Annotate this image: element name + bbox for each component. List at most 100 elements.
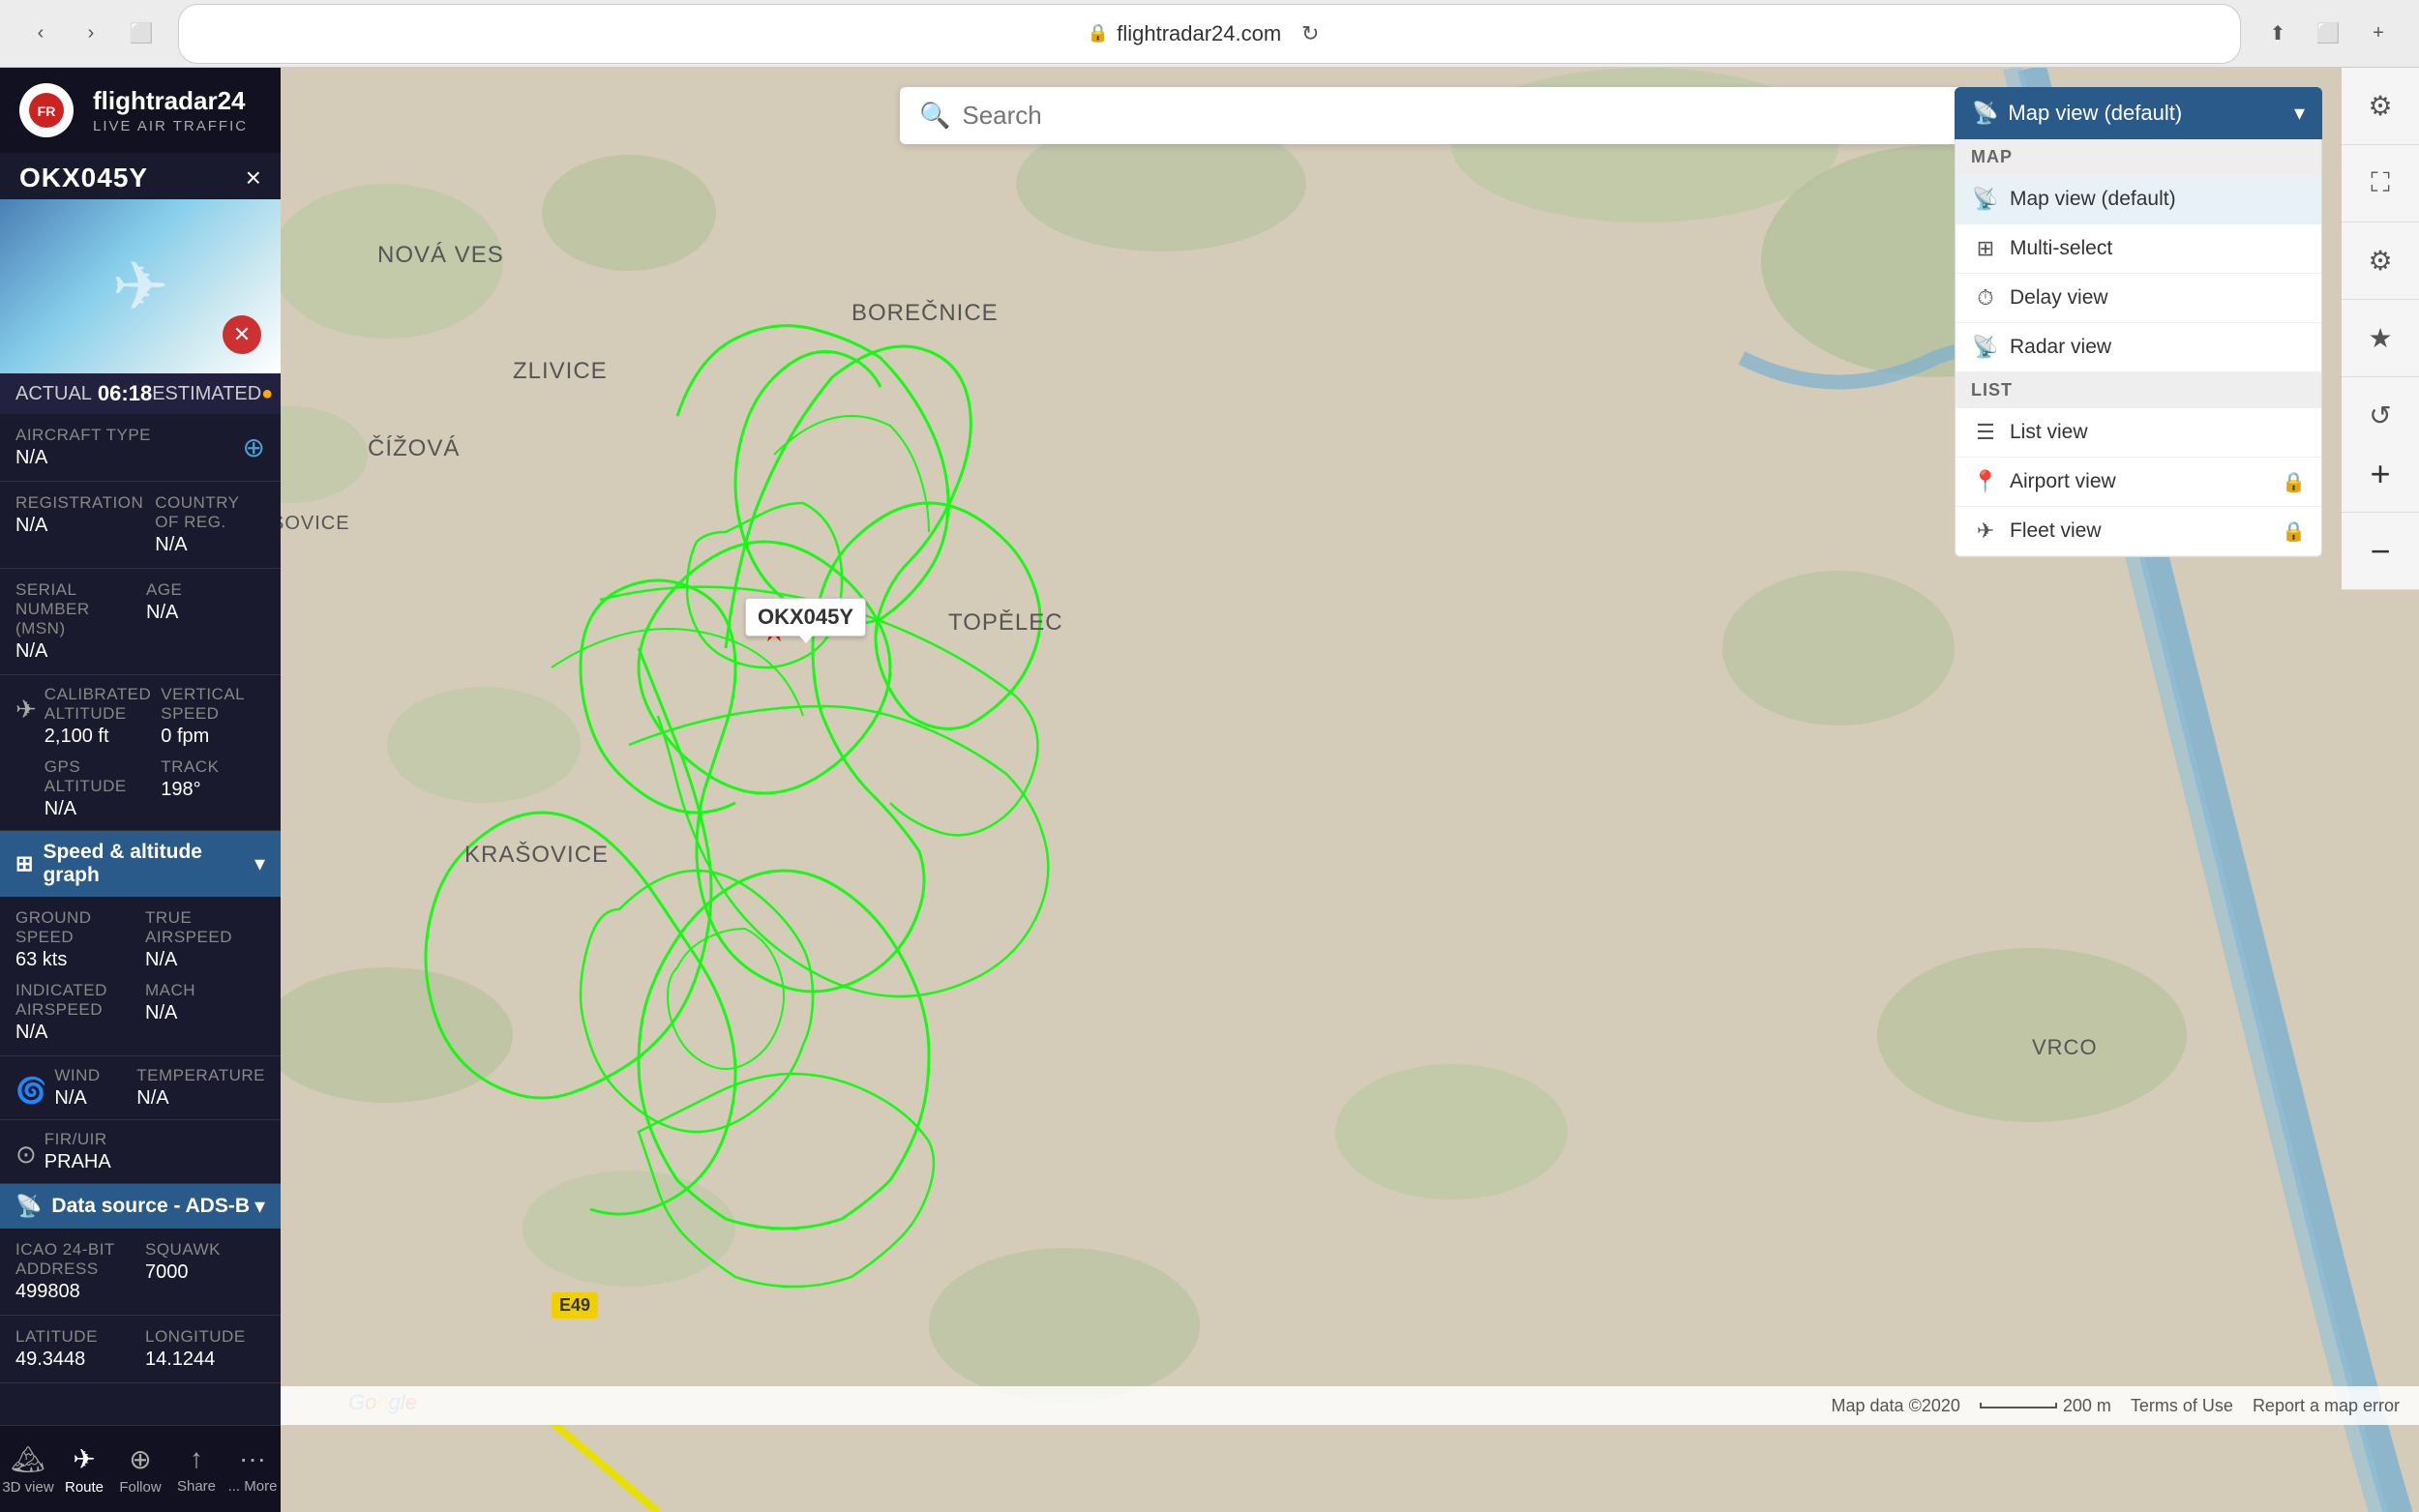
temperature-value: N/A: [136, 1087, 265, 1110]
speed-graph-chevron: ▾: [254, 851, 265, 876]
fir-label: FIR/UIR: [45, 1130, 111, 1149]
logo-circle: FR: [19, 83, 74, 137]
list-view-left: ☰ List view: [1971, 420, 2088, 445]
view-menu: MAP 📡 Map view (default) ⊞ Multi-select …: [1955, 139, 2322, 557]
time-dot: ●: [261, 383, 273, 405]
map-view-left: 📡 Map view (default): [1971, 187, 2176, 212]
indicated-as-label: INDICATED AIRSPEED: [15, 981, 135, 1020]
reload-button[interactable]: ↻: [1289, 13, 1331, 55]
search-input[interactable]: [962, 101, 1945, 131]
follow-icon: ⊕: [129, 1443, 151, 1475]
favorites-button[interactable]: ★: [2342, 300, 2419, 377]
radar-icon: 📡: [1971, 335, 2000, 360]
graph-icon: ⊞: [15, 851, 33, 876]
squawk-value: 7000: [145, 1261, 265, 1284]
back-button[interactable]: ‹: [19, 13, 62, 55]
list-view-item[interactable]: ☰ List view: [1956, 408, 2321, 458]
delay-view-label: Delay view: [2010, 286, 2108, 310]
serial-age-grid: SERIAL NUMBER (MSN) N/A AGE N/A: [0, 569, 281, 675]
new-tab-button[interactable]: +: [2357, 13, 2400, 55]
airport-view-label: Airport view: [2010, 470, 2116, 493]
list-view-label: List view: [2010, 421, 2088, 444]
share-window-button[interactable]: ⬆: [2256, 13, 2299, 55]
view-dropdown-header[interactable]: 📡 Map view (default) ▾: [1955, 87, 2322, 139]
reg-country-grid: REGISTRATION N/A COUNTRY OF REG. N/A: [0, 482, 281, 569]
url-bar[interactable]: 🔒 flightradar24.com ↻: [178, 4, 2241, 64]
delay-view-item[interactable]: ⏱ Delay view: [1956, 274, 2321, 323]
wind-value: N/A: [54, 1087, 127, 1110]
nav-more[interactable]: ··· ... More: [224, 1426, 281, 1512]
nav-3d-view[interactable]: 🏔 3D view: [0, 1426, 56, 1512]
calibrated-alt-value: 2,100 ft: [45, 726, 152, 748]
speed-graph-section[interactable]: ⊞ Speed & altitude graph ▾: [0, 831, 281, 897]
calibrated-alt-label: CALIBRATED ALTITUDE: [45, 685, 152, 724]
flight-image: ✈ ✕: [0, 199, 281, 373]
report-map-error-link[interactable]: Report a map error: [2253, 1396, 2400, 1416]
country-value: N/A: [155, 534, 265, 556]
share-icon: ↑: [190, 1443, 203, 1474]
icao-value: 499808: [15, 1281, 135, 1303]
serial-label: SERIAL NUMBER (MSN): [15, 580, 134, 638]
aircraft-type-item: AIRCRAFT TYPE N/A: [15, 426, 231, 469]
fleet-icon: ✈: [1971, 519, 2000, 544]
fleet-lock-icon: 🔒: [2282, 519, 2306, 544]
wind-icon: 🌀: [15, 1076, 46, 1106]
nav-share[interactable]: ↑ Share: [168, 1426, 224, 1512]
airport-icon: 📍: [1971, 469, 2000, 494]
sidebar: FR flightradar24 LIVE AIR TRAFFIC OKX045…: [0, 68, 281, 1512]
map-view-label: Map view (default): [2010, 188, 2176, 211]
delay-icon: ⏱: [1971, 285, 2000, 311]
forward-button[interactable]: ›: [70, 13, 112, 55]
ground-speed-label: GROUND SPEED: [15, 908, 135, 947]
track-label: TRACK: [161, 757, 265, 777]
multi-select-item[interactable]: ⊞ Multi-select: [1956, 224, 2321, 274]
window-resize-button[interactable]: ⬜: [2307, 13, 2349, 55]
wind-temp-row: 🌀 WIND N/A TEMPERATURE N/A: [0, 1056, 281, 1120]
nav-route[interactable]: ✈ Route: [56, 1426, 112, 1512]
radar-view-item[interactable]: 📡 Radar view: [1956, 323, 2321, 372]
report-text: Report a map error: [2253, 1396, 2400, 1415]
multi-select-icon: ⊞: [1971, 236, 2000, 261]
longitude-value: 14.1244: [145, 1349, 265, 1371]
true-as-label: TRUE AIRSPEED: [145, 908, 265, 947]
aircraft-type-row: AIRCRAFT TYPE N/A ⊕: [0, 414, 281, 482]
fleet-view-item[interactable]: ✈ Fleet view 🔒: [1956, 507, 2321, 556]
nav-follow[interactable]: ⊕ Follow: [112, 1426, 168, 1512]
tab-overview-button[interactable]: ⬜: [120, 13, 163, 55]
settings-button[interactable]: ⚙: [2342, 68, 2419, 145]
filter-button[interactable]: ⚙: [2342, 222, 2419, 300]
terms-of-use-link[interactable]: Terms of Use: [2131, 1396, 2233, 1416]
zoom-in-button[interactable]: +: [2342, 435, 2419, 513]
data-source-section[interactable]: 📡 Data source - ADS-B ▾: [0, 1184, 281, 1229]
view-dropdown: 📡 Map view (default) ▾ MAP 📡 Map view (d…: [1955, 87, 2322, 557]
search-bar[interactable]: 🔍: [900, 87, 1964, 144]
indicated-as-item: INDICATED AIRSPEED N/A: [15, 981, 135, 1044]
airport-view-item[interactable]: 📍 Airport view 🔒: [1956, 458, 2321, 507]
scale-text: 200 m: [2063, 1396, 2111, 1416]
list-section-header: LIST: [1956, 372, 2321, 408]
gps-alt-item: GPS ALTITUDE N/A: [45, 757, 152, 820]
add-type-btn[interactable]: ⊕: [243, 426, 265, 469]
age-value: N/A: [146, 602, 265, 624]
mach-label: MACH: [145, 981, 265, 1000]
fir-row: ⊙ FIR/UIR PRAHA: [0, 1120, 281, 1184]
close-flight-button[interactable]: ×: [246, 163, 261, 193]
map-view-item[interactable]: 📡 Map view (default): [1956, 175, 2321, 224]
airport-lock-icon: 🔒: [2282, 470, 2306, 494]
true-as-value: N/A: [145, 949, 265, 971]
follow-label: Follow: [119, 1479, 161, 1496]
plus-icon[interactable]: ⊕: [243, 431, 265, 463]
wind-temp-grid: WIND N/A TEMPERATURE N/A: [54, 1066, 265, 1110]
icao-label: ICAO 24-BIT ADDRESS: [15, 1240, 135, 1279]
fullscreen-button[interactable]: ⛶: [2342, 145, 2419, 222]
wind-label: WIND: [54, 1066, 127, 1085]
zoom-out-button[interactable]: −: [2342, 513, 2419, 590]
radar-view-left: 📡 Radar view: [1971, 335, 2111, 360]
plane-placeholder: ✈: [112, 247, 169, 326]
fir-item: FIR/UIR PRAHA: [45, 1130, 111, 1173]
squawk-item: SQUAWK 7000: [145, 1240, 265, 1303]
altitude-row: ✈ CALIBRATED ALTITUDE 2,100 ft VERTICAL …: [0, 675, 281, 831]
ground-speed-value: 63 kts: [15, 949, 135, 971]
time-bar: ACTUAL 06:18 ESTIMATED ● 06:40: [0, 373, 281, 414]
flight-id: OKX045Y: [19, 163, 148, 193]
